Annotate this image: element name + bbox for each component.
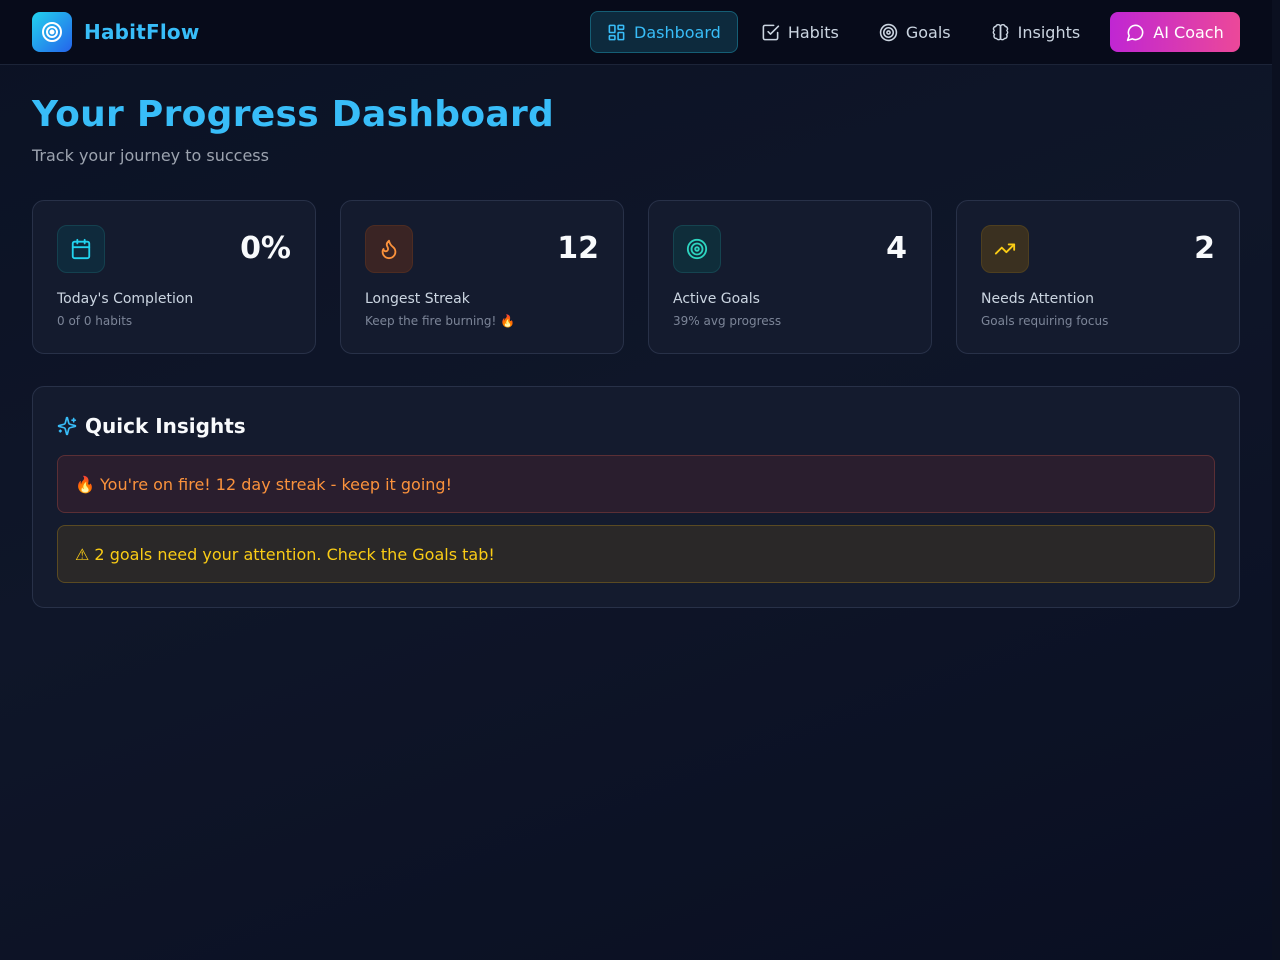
message-circle-icon — [1127, 24, 1144, 41]
stat-value: 12 — [557, 231, 599, 266]
stat-card-goals: 4 Active Goals 39% avg progress — [648, 200, 932, 354]
brain-icon — [992, 23, 1009, 40]
target-icon — [879, 23, 898, 41]
nav-habits-label: Habits — [787, 22, 839, 42]
insights-header: Quick Insights — [57, 414, 246, 438]
nav-goals-label: Goals — [905, 22, 951, 42]
check-square-icon — [762, 24, 780, 40]
insight-streak-message: 🔥 You're on fire! 12 day streak - keep i… — [57, 455, 1215, 513]
page-subtitle: Track your journey to success — [32, 146, 269, 165]
nav-habits[interactable]: Habits — [744, 11, 856, 53]
nav-insights[interactable]: Insights — [974, 11, 1098, 53]
stat-label: Today's Completion — [57, 291, 194, 307]
scrollbar[interactable] — [1272, 0, 1280, 960]
stat-card-streak: 12 Longest Streak Keep the fire burning!… — [340, 200, 624, 354]
stat-label: Longest Streak — [365, 291, 470, 307]
brand-name[interactable]: HabitFlow — [84, 20, 200, 44]
insight-attention-message: ⚠ 2 goals need your attention. Check the… — [57, 525, 1215, 583]
ai-coach-button[interactable]: AI Coach — [1110, 12, 1240, 52]
logo-target-icon[interactable] — [32, 12, 72, 52]
target-icon — [673, 225, 721, 273]
page-title: Your Progress Dashboard — [32, 94, 555, 135]
stat-card-attention: 2 Needs Attention Goals requiring focus — [956, 200, 1240, 354]
ai-coach-label: AI Coach — [1153, 22, 1224, 42]
stat-value: 4 — [886, 231, 907, 266]
trending-up-icon — [981, 225, 1029, 273]
sparkles-icon — [57, 416, 77, 436]
flame-icon — [365, 225, 413, 273]
stat-label: Active Goals — [673, 291, 760, 307]
stat-value: 2 — [1194, 231, 1215, 266]
quick-insights-panel: Quick Insights 🔥 You're on fire! 12 day … — [32, 386, 1240, 608]
stat-sub: 39% avg progress — [673, 314, 782, 328]
nav-dashboard-label: Dashboard — [634, 22, 721, 42]
nav-goals[interactable]: Goals — [862, 11, 968, 53]
top-header: HabitFlow Dashboard Habits Goals Insight… — [0, 0, 1272, 65]
main-nav: Dashboard Habits Goals Insights — [590, 11, 1097, 53]
nav-insights-label: Insights — [1017, 22, 1081, 42]
insights-title: Quick Insights — [85, 414, 246, 438]
nav-dashboard[interactable]: Dashboard — [590, 11, 738, 53]
stat-card-completion: 0% Today's Completion 0 of 0 habits — [32, 200, 316, 354]
stat-label: Needs Attention — [981, 291, 1094, 307]
stat-sub: Goals requiring focus — [981, 314, 1109, 328]
calendar-icon — [57, 225, 105, 273]
stat-sub: 0 of 0 habits — [57, 314, 133, 328]
layout-grid-icon — [608, 24, 625, 40]
stat-sub: Keep the fire burning! 🔥 — [365, 314, 516, 328]
stat-value: 0% — [240, 231, 291, 266]
